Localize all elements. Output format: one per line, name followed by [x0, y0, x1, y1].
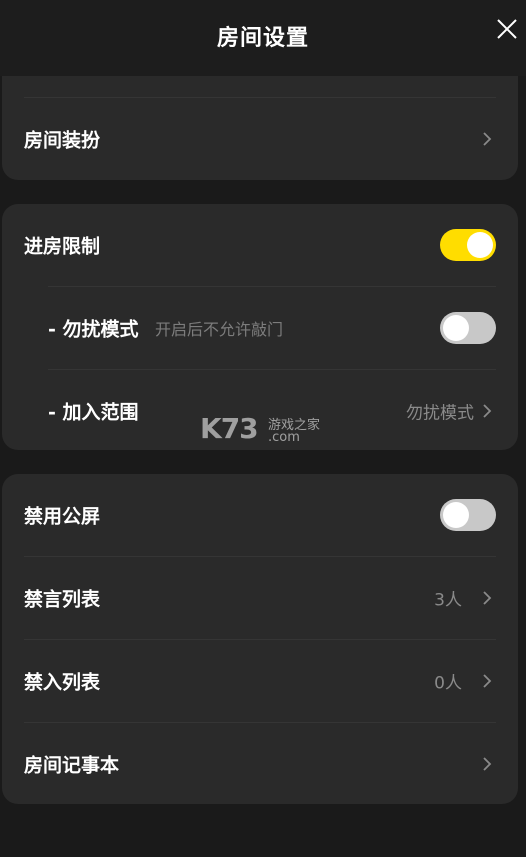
dnd-mode-label: - 勿扰模式: [48, 318, 139, 341]
disable-public-screen-label: 禁用公屏: [24, 505, 101, 528]
ban-list-label: 禁入列表: [24, 671, 101, 694]
room-restrict-toggle[interactable]: [440, 229, 496, 261]
join-range-label: - 加入范围: [48, 401, 139, 424]
row-room-decor[interactable]: 房间装扮: [2, 98, 518, 180]
toggle-knob: [467, 232, 493, 258]
mute-list-count: 3人: [434, 590, 462, 611]
room-restrict-label: 进房限制: [24, 235, 101, 258]
disable-public-screen-toggle[interactable]: [440, 499, 496, 531]
decor-card: 房间装扮: [2, 76, 518, 180]
row-ban-list[interactable]: 禁入列表 0人: [2, 640, 518, 722]
room-notes-label: 房间记事本: [24, 754, 120, 777]
chevron-right-icon: [483, 132, 492, 146]
chevron-right-icon: [483, 591, 492, 605]
toggle-knob: [443, 315, 469, 341]
page-title: 房间设置: [216, 26, 309, 51]
room-decor-label: 房间装扮: [24, 129, 101, 152]
toggle-knob: [443, 502, 469, 528]
room-restrict-card: 进房限制 - 勿扰模式 开启后不允许敲门 - 加入范围 勿扰模式: [2, 204, 518, 450]
dnd-mode-toggle[interactable]: [440, 312, 496, 344]
screen-settings-card: 禁用公屏 禁言列表 3人 禁入列表 0人 房间记事本: [2, 474, 518, 804]
row-join-range[interactable]: - 加入范围 勿扰模式: [2, 370, 518, 452]
row-mute-list[interactable]: 禁言列表 3人: [2, 557, 518, 639]
dnd-mode-hint: 开启后不允许敲门: [155, 320, 284, 339]
chevron-right-icon: [483, 404, 492, 418]
ban-list-count: 0人: [434, 673, 462, 694]
row-room-notes[interactable]: 房间记事本: [2, 723, 518, 805]
chevron-right-icon: [483, 674, 492, 688]
join-range-value: 勿扰模式: [406, 403, 474, 424]
header: 房间设置: [0, 0, 526, 76]
row-dnd-mode: - 勿扰模式 开启后不允许敲门: [2, 287, 518, 369]
close-icon[interactable]: [494, 16, 520, 42]
row-disable-public-screen: 禁用公屏: [2, 474, 518, 556]
mute-list-label: 禁言列表: [24, 588, 101, 611]
chevron-right-icon: [483, 757, 492, 771]
row-room-restrict: 进房限制: [2, 204, 518, 286]
